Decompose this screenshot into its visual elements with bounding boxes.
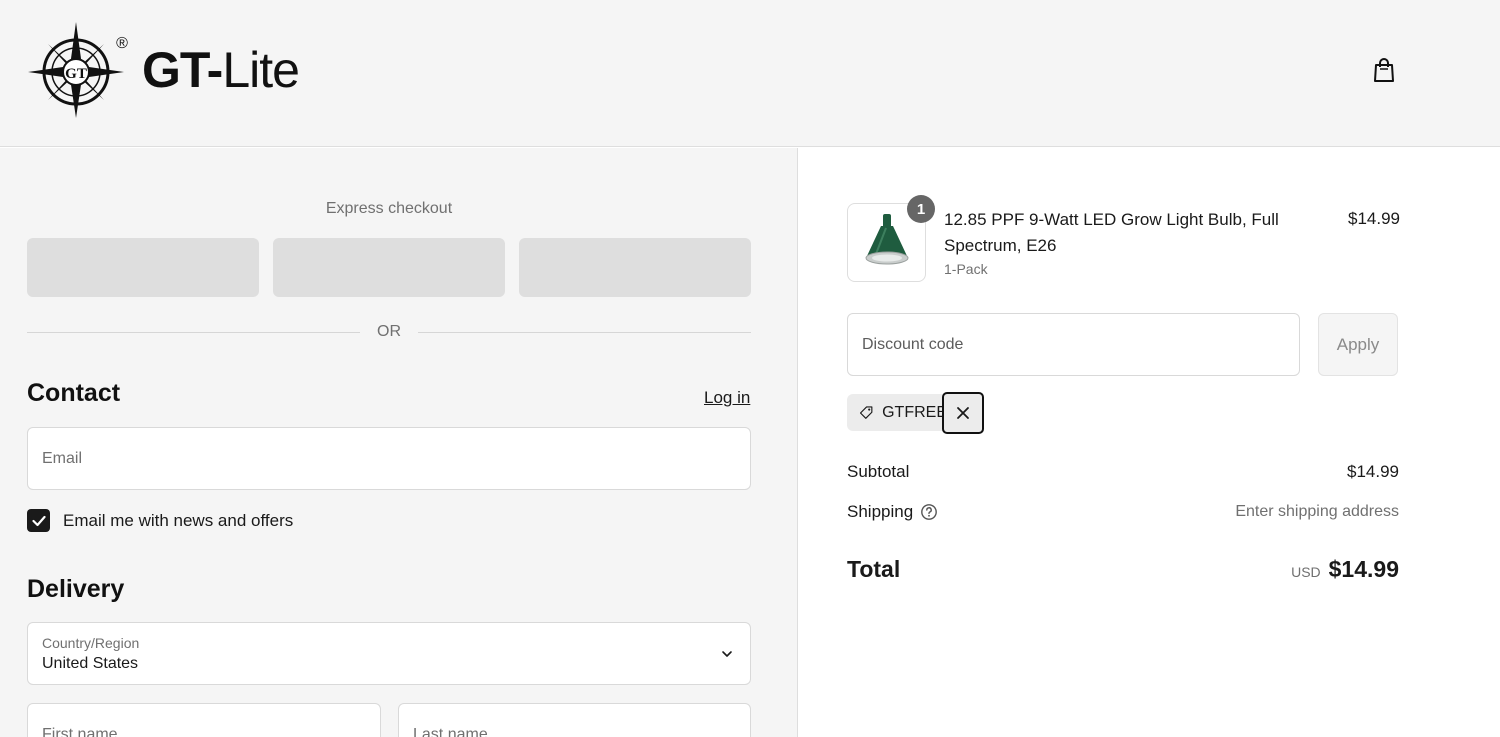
registered-mark: ® [116, 35, 128, 52]
help-circle-icon[interactable] [920, 503, 938, 521]
email-placeholder: Email [42, 450, 83, 467]
checkmark-icon [31, 515, 46, 526]
newsletter-option[interactable]: Email me with news and offers [27, 509, 293, 532]
first-name-field[interactable]: First name [27, 703, 381, 737]
product-name: 12.85 PPF 9-Watt LED Grow Light Bulb, Fu… [944, 210, 1279, 255]
brand-name-bold: GT- [142, 42, 223, 98]
shopping-bag-icon [1374, 58, 1394, 82]
logo-mark-letters: GT [65, 66, 87, 82]
grow-light-bulb-image [865, 213, 908, 264]
or-divider: OR [27, 323, 751, 343]
order-summary-panel: 1 12.85 PPF 9-Watt LED Grow Light Bulb, … [799, 148, 1500, 737]
contact-title: Contact [27, 379, 121, 407]
total-amount: USD $14.99 [1291, 556, 1399, 583]
close-icon [957, 407, 969, 419]
product-price: $14.99 [1348, 209, 1400, 228]
total-value: $14.99 [1328, 556, 1399, 582]
brand-name: GT- Lite [142, 42, 300, 98]
cart-button[interactable] [1368, 54, 1400, 86]
shipping-label: Shipping [847, 502, 914, 521]
shipping-row-label: Shipping [847, 502, 938, 522]
applied-discount-tag: GTFREE [847, 394, 947, 431]
express-pay-button-2[interactable] [273, 238, 505, 297]
discount-placeholder: Discount code [862, 336, 964, 353]
last-name-placeholder: Last name [413, 726, 488, 737]
country-select[interactable]: Country/Region United States [27, 622, 751, 685]
express-pay-button-3[interactable] [519, 238, 751, 297]
brand-logo[interactable]: GT ® GT- Lite [26, 20, 300, 120]
site-header: GT ® GT- Lite [0, 0, 1500, 147]
or-label: OR [377, 323, 401, 340]
chevron-down-icon [722, 651, 732, 657]
shipping-value: Enter shipping address [1235, 503, 1399, 520]
applied-discount-code: GTFREE [882, 403, 947, 421]
total-label: Total [847, 556, 901, 582]
remove-discount-button[interactable] [942, 392, 984, 434]
quantity-badge: 1 [907, 195, 935, 223]
tag-icon [859, 405, 873, 419]
product-variant: 1-Pack [944, 261, 988, 277]
total-currency: USD [1291, 564, 1321, 580]
brand-name-light: Lite [222, 42, 300, 98]
email-field[interactable]: Email [27, 427, 751, 490]
divider-line-right [418, 332, 751, 333]
country-label: Country/Region [42, 635, 140, 651]
express-checkout-title: Express checkout [325, 200, 453, 217]
subtotal-value: $14.99 [1347, 462, 1399, 481]
newsletter-label: Email me with news and offers [63, 510, 294, 530]
last-name-field[interactable]: Last name [398, 703, 751, 737]
login-link[interactable]: Log in [704, 388, 750, 408]
discount-code-field[interactable]: Discount code [847, 313, 1300, 376]
delivery-title: Delivery [27, 575, 125, 603]
country-value: United States [42, 655, 139, 672]
subtotal-label: Subtotal [847, 462, 910, 481]
express-pay-button-1[interactable] [27, 238, 259, 297]
checkout-form-panel: Express checkout OR Contact Log in Email… [0, 148, 798, 737]
compass-logo-icon: GT ® [26, 20, 130, 120]
apply-discount-button[interactable]: Apply [1318, 313, 1398, 376]
first-name-placeholder: First name [42, 726, 118, 737]
newsletter-checkbox[interactable] [27, 509, 50, 532]
divider-line-left [27, 332, 360, 333]
